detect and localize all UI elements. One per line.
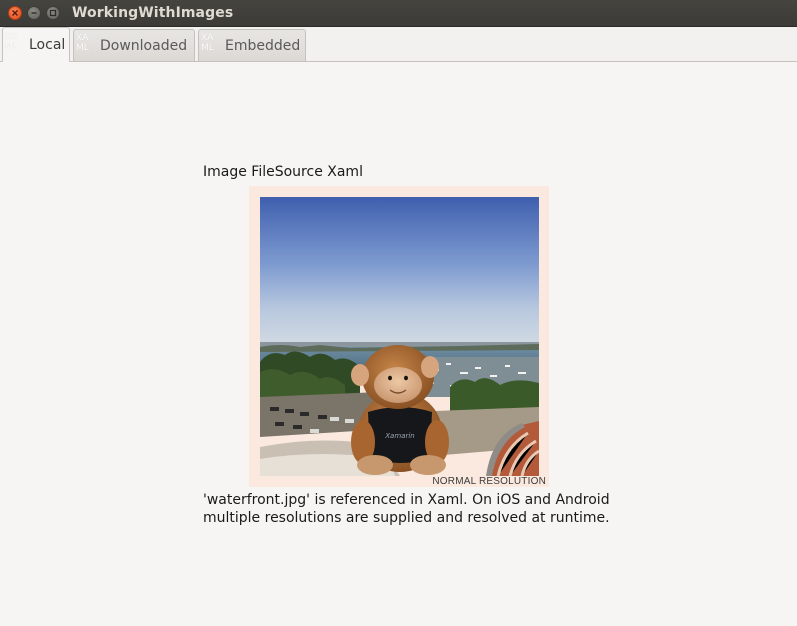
image-frame: Xamarin NORMAL RESOLUTION (249, 186, 549, 487)
maximize-button[interactable] (46, 6, 60, 20)
tab-local[interactable]: XA ML Local (2, 27, 70, 62)
tab-downloaded[interactable]: XA ML Downloaded (73, 29, 195, 61)
app-window: WorkingWithImages XA ML Local XA ML Downlo… (0, 0, 797, 626)
window-title: WorkingWithImages (72, 5, 234, 21)
minimize-button[interactable] (27, 6, 41, 20)
close-icon (12, 10, 18, 16)
waterfront-image: Xamarin (260, 197, 539, 476)
page-heading: Image FileSource Xaml (203, 164, 363, 180)
minimize-icon (31, 12, 37, 14)
xaml-icon: XA ML (201, 32, 214, 53)
tab-label: Embedded (225, 37, 301, 54)
shirt-text: Xamarin (384, 432, 414, 440)
tab-label: Downloaded (100, 37, 188, 54)
title-bar[interactable]: WorkingWithImages (0, 0, 797, 27)
content-area: Image FileSource Xaml Xamarin NORMAL RES… (0, 62, 797, 626)
tab-embedded[interactable]: XA ML Embedded (198, 29, 306, 61)
resolution-label: NORMAL RESOLUTION (432, 476, 546, 487)
tab-bar: XA ML Local XA ML Downloaded XA ML Embedded (0, 27, 797, 62)
xaml-icon: XA ML (76, 32, 89, 53)
close-button[interactable] (8, 6, 22, 20)
tab-label: Local (29, 36, 66, 53)
image-caption: 'waterfront.jpg' is referenced in Xaml. … (203, 492, 610, 526)
xaml-icon: XA ML (5, 31, 18, 52)
maximize-icon (49, 9, 57, 17)
